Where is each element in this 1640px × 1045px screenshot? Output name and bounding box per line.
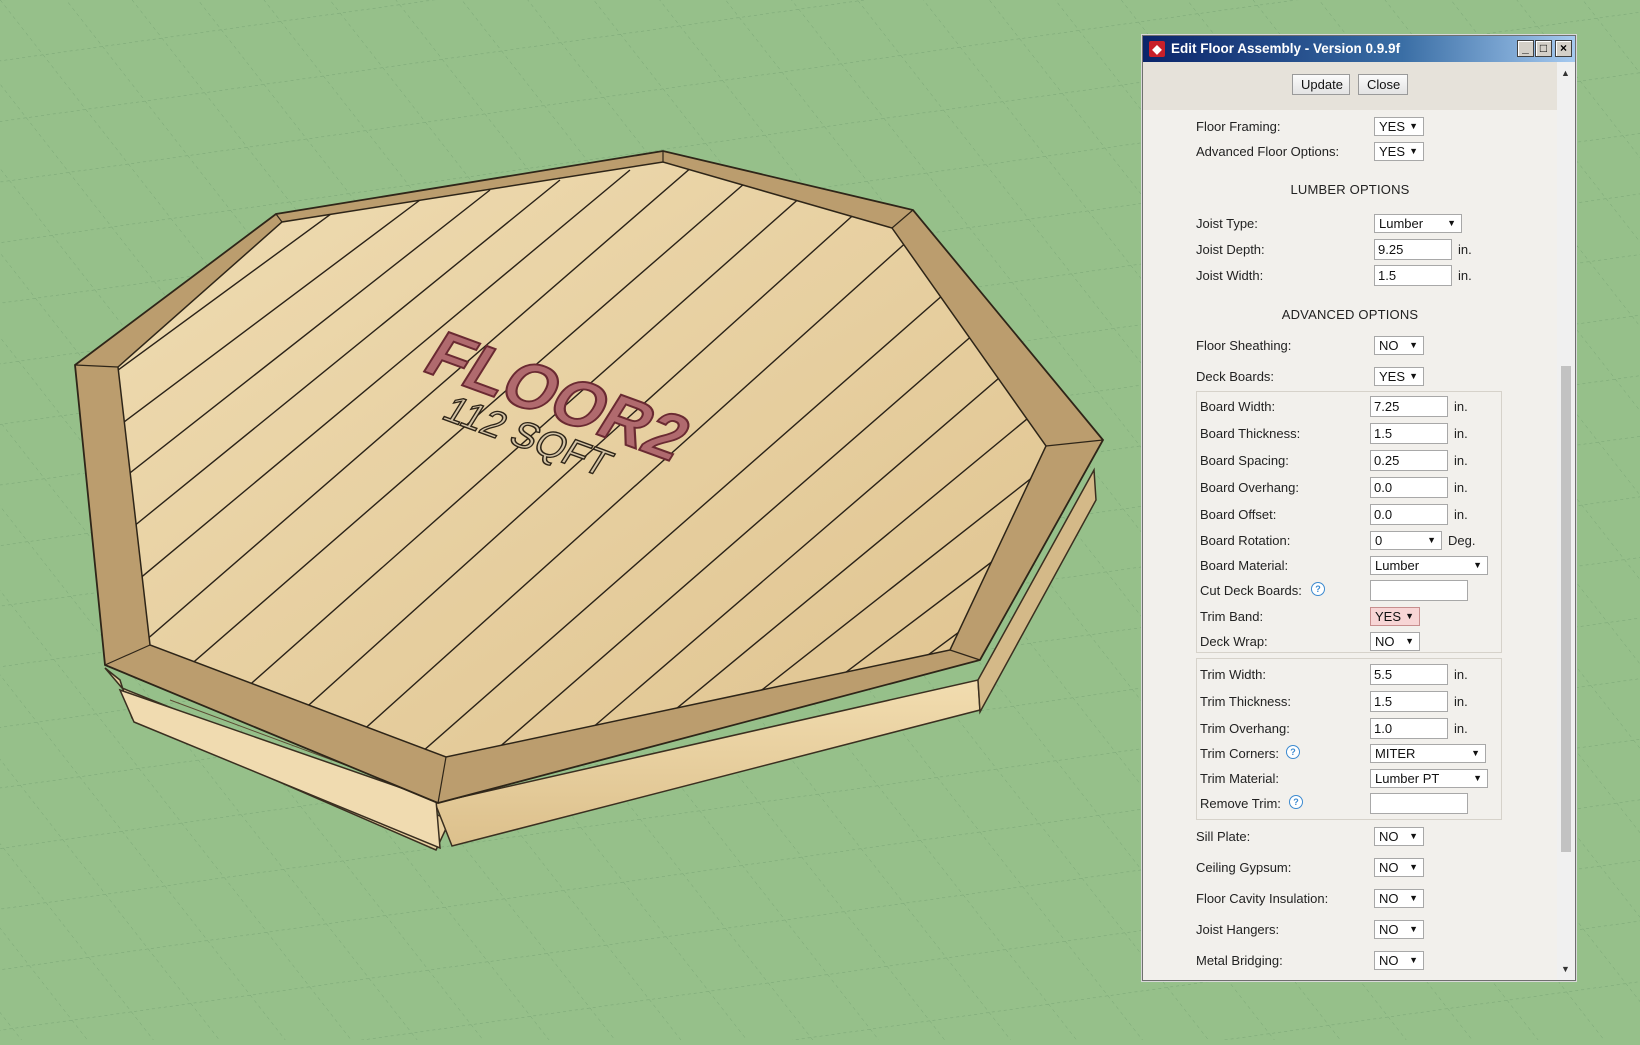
- sill-plate-select[interactable]: NO ▼: [1374, 827, 1424, 846]
- floor-sheathing-row: Floor Sheathing: NO ▼: [1143, 334, 1557, 358]
- board-thickness-row: Board Thickness: 1.5 in.: [1143, 422, 1557, 446]
- floor-framing-row: Floor Framing: YES ▼: [1143, 115, 1557, 139]
- board-overhang-row: Board Overhang: 0.0 in.: [1143, 476, 1557, 500]
- dialog-toolbar: Update Close: [1143, 62, 1557, 110]
- board-overhang-input[interactable]: 0.0: [1370, 477, 1448, 498]
- trim-material-select[interactable]: Lumber PT ▼: [1370, 769, 1488, 788]
- remove-trim-input[interactable]: [1370, 793, 1468, 814]
- floor-cavity-insulation-row: Floor Cavity Insulation: NO ▼: [1143, 887, 1557, 911]
- board-thickness-input[interactable]: 1.5: [1370, 423, 1448, 444]
- edit-floor-assembly-dialog: ◆ Edit Floor Assembly - Version 0.9.9f _…: [1142, 35, 1576, 981]
- trim-thickness-input[interactable]: 1.5: [1370, 691, 1448, 712]
- deck-wrap-select[interactable]: NO ▼: [1370, 632, 1420, 651]
- chevron-down-icon: ▼: [1471, 748, 1480, 758]
- chevron-down-icon: ▼: [1409, 340, 1418, 350]
- help-icon[interactable]: ?: [1311, 582, 1325, 596]
- chevron-down-icon: ▼: [1409, 862, 1418, 872]
- board-rotation-select[interactable]: 0 ▼: [1370, 531, 1442, 550]
- joist-hangers-select[interactable]: NO ▼: [1374, 920, 1424, 939]
- board-offset-input[interactable]: 0.0: [1370, 504, 1448, 525]
- deck-wrap-row: Deck Wrap: NO ▼: [1143, 630, 1557, 654]
- chevron-down-icon: ▼: [1409, 121, 1418, 131]
- advanced-floor-options-select[interactable]: YES ▼: [1374, 142, 1424, 161]
- board-rotation-row: Board Rotation: 0 ▼ Deg.: [1200, 531, 1476, 550]
- floor-sheathing-select[interactable]: NO ▼: [1374, 336, 1424, 355]
- close-icon[interactable]: ×: [1555, 40, 1572, 57]
- metal-bridging-select[interactable]: NO ▼: [1374, 951, 1424, 970]
- joist-hangers-row: Joist Hangers: NO ▼: [1143, 918, 1557, 942]
- scroll-up-icon[interactable]: ▲: [1561, 68, 1570, 78]
- chevron-down-icon: ▼: [1409, 146, 1418, 156]
- deck-boards-select[interactable]: YES ▼: [1374, 367, 1424, 386]
- trim-overhang-input[interactable]: 1.0: [1370, 718, 1448, 739]
- ceiling-gypsum-select[interactable]: NO ▼: [1374, 858, 1424, 877]
- joist-width-row: Joist Width: 1.5 in.: [1143, 264, 1557, 288]
- board-spacing-input[interactable]: 0.25: [1370, 450, 1448, 471]
- chevron-down-icon: ▼: [1409, 924, 1418, 934]
- close-button[interactable]: Close: [1358, 74, 1408, 95]
- dialog-titlebar[interactable]: ◆ Edit Floor Assembly - Version 0.9.9f _…: [1143, 36, 1575, 62]
- chevron-down-icon: ▼: [1409, 371, 1418, 381]
- scroll-down-icon[interactable]: ▼: [1561, 964, 1570, 974]
- lumber-options-heading: LUMBER OPTIONS: [1290, 182, 1410, 197]
- trim-corners-select[interactable]: MITER ▼: [1370, 744, 1486, 763]
- chevron-down-icon: ▼: [1447, 218, 1456, 228]
- ceiling-gypsum-row: Ceiling Gypsum: NO ▼: [1143, 856, 1557, 880]
- chevron-down-icon: ▼: [1473, 773, 1482, 783]
- chevron-down-icon: ▼: [1405, 611, 1414, 621]
- chevron-down-icon: ▼: [1409, 955, 1418, 965]
- trim-width-row: Trim Width: 5.5 in.: [1143, 663, 1557, 687]
- chevron-down-icon: ▼: [1409, 893, 1418, 903]
- dialog-title: Edit Floor Assembly - Version 0.9.9f: [1171, 41, 1401, 56]
- help-icon[interactable]: ?: [1289, 795, 1303, 809]
- dialog-body: Update Close Floor Framing: YES ▼ Advance…: [1143, 62, 1557, 980]
- trim-band-select[interactable]: YES ▼: [1370, 607, 1420, 626]
- joist-type-select[interactable]: Lumber ▼: [1374, 214, 1462, 233]
- remove-trim-row: Remove Trim: ?: [1143, 792, 1557, 816]
- minimize-icon[interactable]: _: [1517, 40, 1534, 57]
- cut-deck-boards-input[interactable]: [1370, 580, 1468, 601]
- trim-band-row: Trim Band: YES ▼: [1143, 605, 1557, 629]
- app-icon: ◆: [1149, 41, 1165, 57]
- help-icon[interactable]: ?: [1286, 745, 1300, 759]
- joist-depth-input[interactable]: 9.25: [1374, 239, 1452, 260]
- deck-boards-row: Deck Boards: YES ▼: [1143, 365, 1557, 389]
- joist-type-row: Joist Type: Lumber ▼: [1143, 212, 1557, 236]
- board-width-input[interactable]: 7.25: [1370, 396, 1448, 417]
- joist-width-input[interactable]: 1.5: [1374, 265, 1452, 286]
- trim-thickness-row: Trim Thickness: 1.5 in.: [1143, 690, 1557, 714]
- floor-framing-select[interactable]: YES ▼: [1374, 117, 1424, 136]
- board-material-select[interactable]: Lumber ▼: [1370, 556, 1488, 575]
- board-material-row: Board Material: Lumber ▼: [1143, 554, 1557, 578]
- trim-material-row: Trim Material: Lumber PT ▼: [1143, 767, 1557, 791]
- sill-plate-row: Sill Plate: NO ▼: [1143, 825, 1557, 849]
- update-button[interactable]: Update: [1292, 74, 1350, 95]
- chevron-down-icon: ▼: [1409, 831, 1418, 841]
- advanced-floor-options-row: Advanced Floor Options: YES ▼: [1143, 140, 1557, 164]
- cut-deck-boards-row: Cut Deck Boards: ?: [1143, 579, 1557, 603]
- maximize-icon[interactable]: □: [1535, 40, 1552, 57]
- dialog-scrollbar[interactable]: ▲ ▼: [1557, 62, 1575, 980]
- board-offset-row: Board Offset: 0.0 in.: [1143, 503, 1557, 527]
- chevron-down-icon: ▼: [1427, 535, 1436, 545]
- chevron-down-icon: ▼: [1405, 636, 1414, 646]
- advanced-options-heading: ADVANCED OPTIONS: [1281, 307, 1419, 322]
- metal-bridging-row: Metal Bridging: NO ▼: [1143, 949, 1557, 973]
- board-width-row: Board Width: 7.25 in.: [1143, 395, 1557, 419]
- trim-width-input[interactable]: 5.5: [1370, 664, 1448, 685]
- trim-corners-row: Trim Corners: ? MITER ▼: [1143, 742, 1557, 766]
- board-spacing-row: Board Spacing: 0.25 in.: [1143, 449, 1557, 473]
- trim-overhang-row: Trim Overhang: 1.0 in.: [1143, 717, 1557, 741]
- scrollbar-thumb[interactable]: [1561, 366, 1571, 852]
- floor-cavity-insulation-select[interactable]: NO ▼: [1374, 889, 1424, 908]
- chevron-down-icon: ▼: [1473, 560, 1482, 570]
- joist-depth-row: Joist Depth: 9.25 in.: [1143, 238, 1557, 262]
